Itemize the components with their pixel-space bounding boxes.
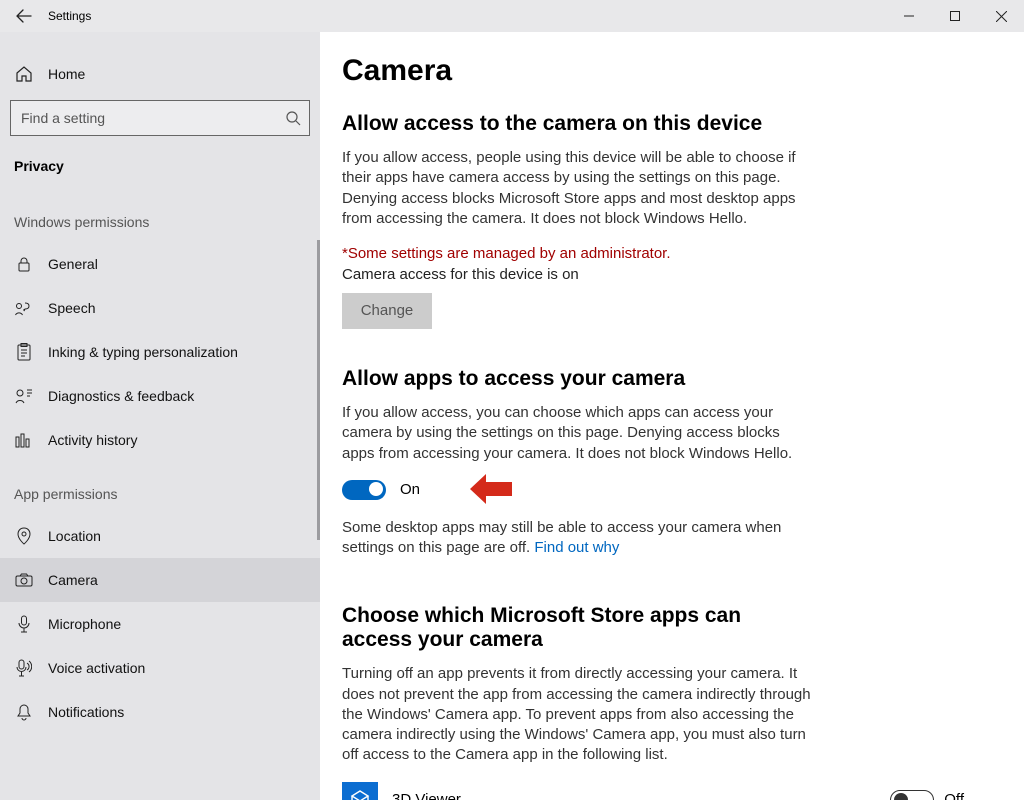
section-title-apps-access: Allow apps to access your camera [342,367,1014,391]
close-icon [996,11,1007,22]
section-desc: If you allow access, people using this d… [342,148,812,229]
toggle-state-label: Off [944,791,964,800]
callout-arrow-icon [470,474,512,507]
sidebar-item-camera[interactable]: Camera [0,558,320,602]
sidebar-item-label: General [48,256,98,272]
voice-icon [14,658,34,678]
back-arrow-icon [16,8,32,24]
sidebar: Home Privacy Windows permissions General [0,32,320,800]
sidebar-item-label: Camera [48,572,98,588]
sidebar-item-microphone[interactable]: Microphone [0,602,320,646]
minimize-icon [904,11,914,21]
sidebar-item-label: Speech [48,300,95,316]
section-desc: If you allow access, you can choose whic… [342,403,812,464]
app-toggle-3d-viewer[interactable] [890,790,934,800]
camera-icon [14,570,34,590]
category-label: Privacy [0,146,320,190]
sidebar-item-label: Voice activation [48,660,145,676]
sidebar-item-activity[interactable]: Activity history [0,418,320,462]
sidebar-item-label: Location [48,528,101,544]
search-field[interactable] [19,109,285,127]
app-name: 3D Viewer [392,791,461,800]
sidebar-item-label: Home [48,66,85,82]
desktop-apps-note: Some desktop apps may still be able to a… [342,518,812,559]
sidebar-item-label: Activity history [48,432,137,448]
search-icon [285,110,301,126]
sidebar-item-speech[interactable]: Speech [0,286,320,330]
close-button[interactable] [978,0,1024,32]
find-out-why-link[interactable]: Find out why [534,539,619,556]
app-row-3d-viewer: 3D Viewer Off [342,782,1014,800]
sidebar-scrollbar[interactable] [317,240,320,540]
section-title-device-access: Allow access to the camera on this devic… [342,112,1014,136]
section-title-choose-apps: Choose which Microsoft Store apps can ac… [342,604,802,652]
location-icon [14,526,34,546]
sidebar-item-label: Microphone [48,616,121,632]
speech-icon [14,298,34,318]
toggle-knob [369,482,383,496]
lock-icon [14,254,34,274]
apps-access-toggle[interactable] [342,480,386,500]
sidebar-item-label: Notifications [48,704,124,720]
bell-icon [14,702,34,722]
toggle-state-label: On [400,481,420,498]
sidebar-item-general[interactable]: General [0,242,320,286]
sidebar-item-label: Inking & typing personalization [48,344,238,360]
device-camera-status: Camera access for this device is on [342,266,1014,283]
home-icon [14,64,34,84]
group-windows-permissions: Windows permissions [0,190,320,242]
change-button[interactable]: Change [342,293,432,329]
sidebar-item-diagnostics[interactable]: Diagnostics & feedback [0,374,320,418]
window-title: Settings [48,9,91,23]
group-app-permissions: App permissions [0,462,320,514]
toggle-knob [894,793,908,800]
sidebar-item-label: Diagnostics & feedback [48,388,194,404]
feedback-icon [14,386,34,406]
maximize-icon [950,11,960,21]
microphone-icon [14,614,34,634]
sidebar-item-inking[interactable]: Inking & typing personalization [0,330,320,374]
title-bar: Settings [0,0,1024,32]
search-input[interactable] [10,100,310,136]
maximize-button[interactable] [932,0,978,32]
minimize-button[interactable] [886,0,932,32]
back-button[interactable] [4,0,44,32]
page-title: Camera [342,54,1014,88]
sidebar-item-notifications[interactable]: Notifications [0,690,320,734]
main-content: Camera Allow access to the camera on thi… [320,32,1024,800]
sidebar-item-voice-activation[interactable]: Voice activation [0,646,320,690]
section-desc: Turning off an app prevents it from dire… [342,664,812,765]
sidebar-item-home[interactable]: Home [0,52,320,96]
app-icon-3d-viewer [342,782,378,800]
admin-note: *Some settings are managed by an adminis… [342,245,812,262]
clipboard-icon [14,342,34,362]
activity-icon [14,430,34,450]
sidebar-item-location[interactable]: Location [0,514,320,558]
